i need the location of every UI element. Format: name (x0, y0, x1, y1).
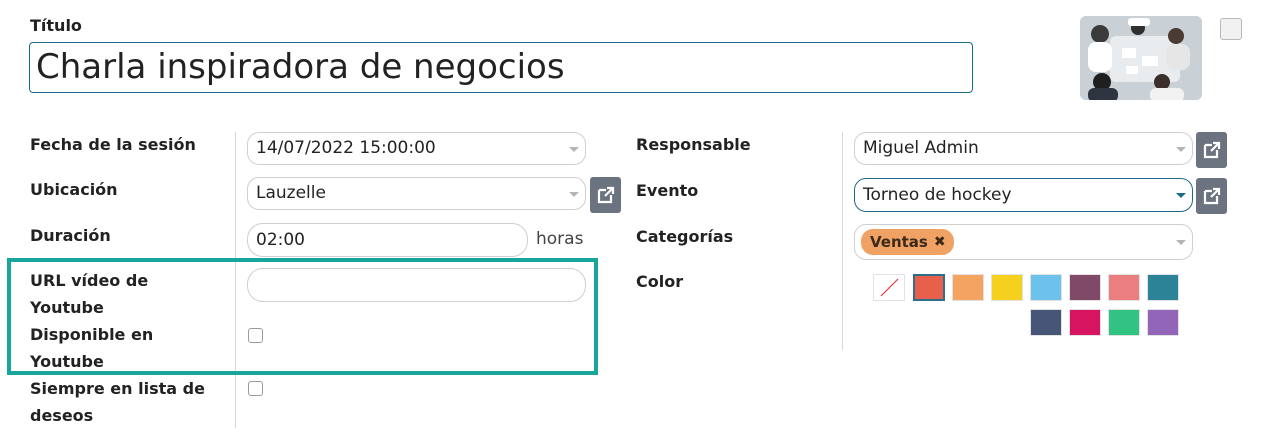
meeting-photo-image (1080, 16, 1202, 100)
chevron-down-icon (1176, 147, 1186, 152)
tag-ventas: Ventas ✖ (861, 229, 954, 255)
color-swatch-2[interactable] (952, 274, 984, 301)
color-swatch-7[interactable] (1147, 274, 1179, 301)
wishlist-checkbox[interactable] (248, 381, 263, 396)
right-column-separator (842, 132, 843, 350)
title-input[interactable]: Charla inspiradora de negocios (29, 42, 973, 93)
chevron-down-icon (1176, 193, 1186, 198)
close-icon[interactable]: ✖ (934, 235, 946, 249)
ubicacion-external-link-button[interactable] (590, 177, 621, 213)
color-swatch-11[interactable] (1147, 309, 1179, 336)
responsable-value: Miguel Admin (863, 138, 979, 158)
chevron-down-icon (569, 192, 579, 197)
top-checkbox[interactable] (1220, 18, 1242, 40)
title-label: Título (30, 16, 82, 35)
evento-value: Torneo de hockey (863, 185, 1012, 205)
external-link-icon (1203, 187, 1220, 205)
evento-select[interactable]: Torneo de hockey (854, 178, 1193, 212)
duracion-input[interactable]: 02:00 (247, 223, 528, 257)
external-link-icon (1203, 141, 1220, 159)
fecha-label: Fecha de la sesión (30, 135, 196, 154)
evento-external-link-button[interactable] (1196, 178, 1227, 214)
responsable-label: Responsable (636, 135, 751, 154)
chevron-down-icon (569, 147, 579, 152)
color-swatch-8[interactable] (1030, 309, 1062, 336)
ubicacion-value: Lauzelle (256, 183, 326, 203)
responsable-select[interactable]: Miguel Admin (854, 132, 1193, 165)
color-swatch-4[interactable] (1030, 274, 1062, 301)
color-swatch-6[interactable] (1108, 274, 1140, 301)
event-image[interactable] (1080, 16, 1202, 100)
color-label: Color (636, 272, 684, 291)
no-color-icon (880, 278, 899, 297)
highlight-box (7, 258, 598, 375)
color-swatch-9[interactable] (1069, 309, 1101, 336)
wishlist-label: Siempre en lista de deseos (30, 379, 205, 425)
color-swatch-5[interactable] (1069, 274, 1101, 301)
color-picker (873, 274, 1179, 336)
color-swatch-none[interactable] (873, 274, 905, 301)
duracion-value: 02:00 (256, 230, 305, 250)
ubicacion-label: Ubicación (30, 180, 118, 199)
color-swatch-3[interactable] (991, 274, 1023, 301)
categorias-label: Categorías (636, 227, 734, 246)
fecha-select[interactable]: 14/07/2022 15:00:00 (247, 132, 586, 165)
duracion-unit: horas (536, 229, 584, 249)
categorias-select[interactable]: Ventas ✖ (854, 224, 1193, 260)
color-swatch-1[interactable] (913, 274, 945, 301)
responsable-external-link-button[interactable] (1196, 132, 1227, 168)
color-swatch-10[interactable] (1108, 309, 1140, 336)
evento-label: Evento (636, 181, 699, 200)
external-link-icon (597, 186, 614, 204)
ubicacion-select[interactable]: Lauzelle (247, 177, 586, 210)
tag-label: Ventas (870, 233, 928, 251)
fecha-value: 14/07/2022 15:00:00 (256, 138, 436, 158)
duracion-label: Duración (30, 226, 111, 245)
chevron-down-icon (1176, 240, 1186, 245)
